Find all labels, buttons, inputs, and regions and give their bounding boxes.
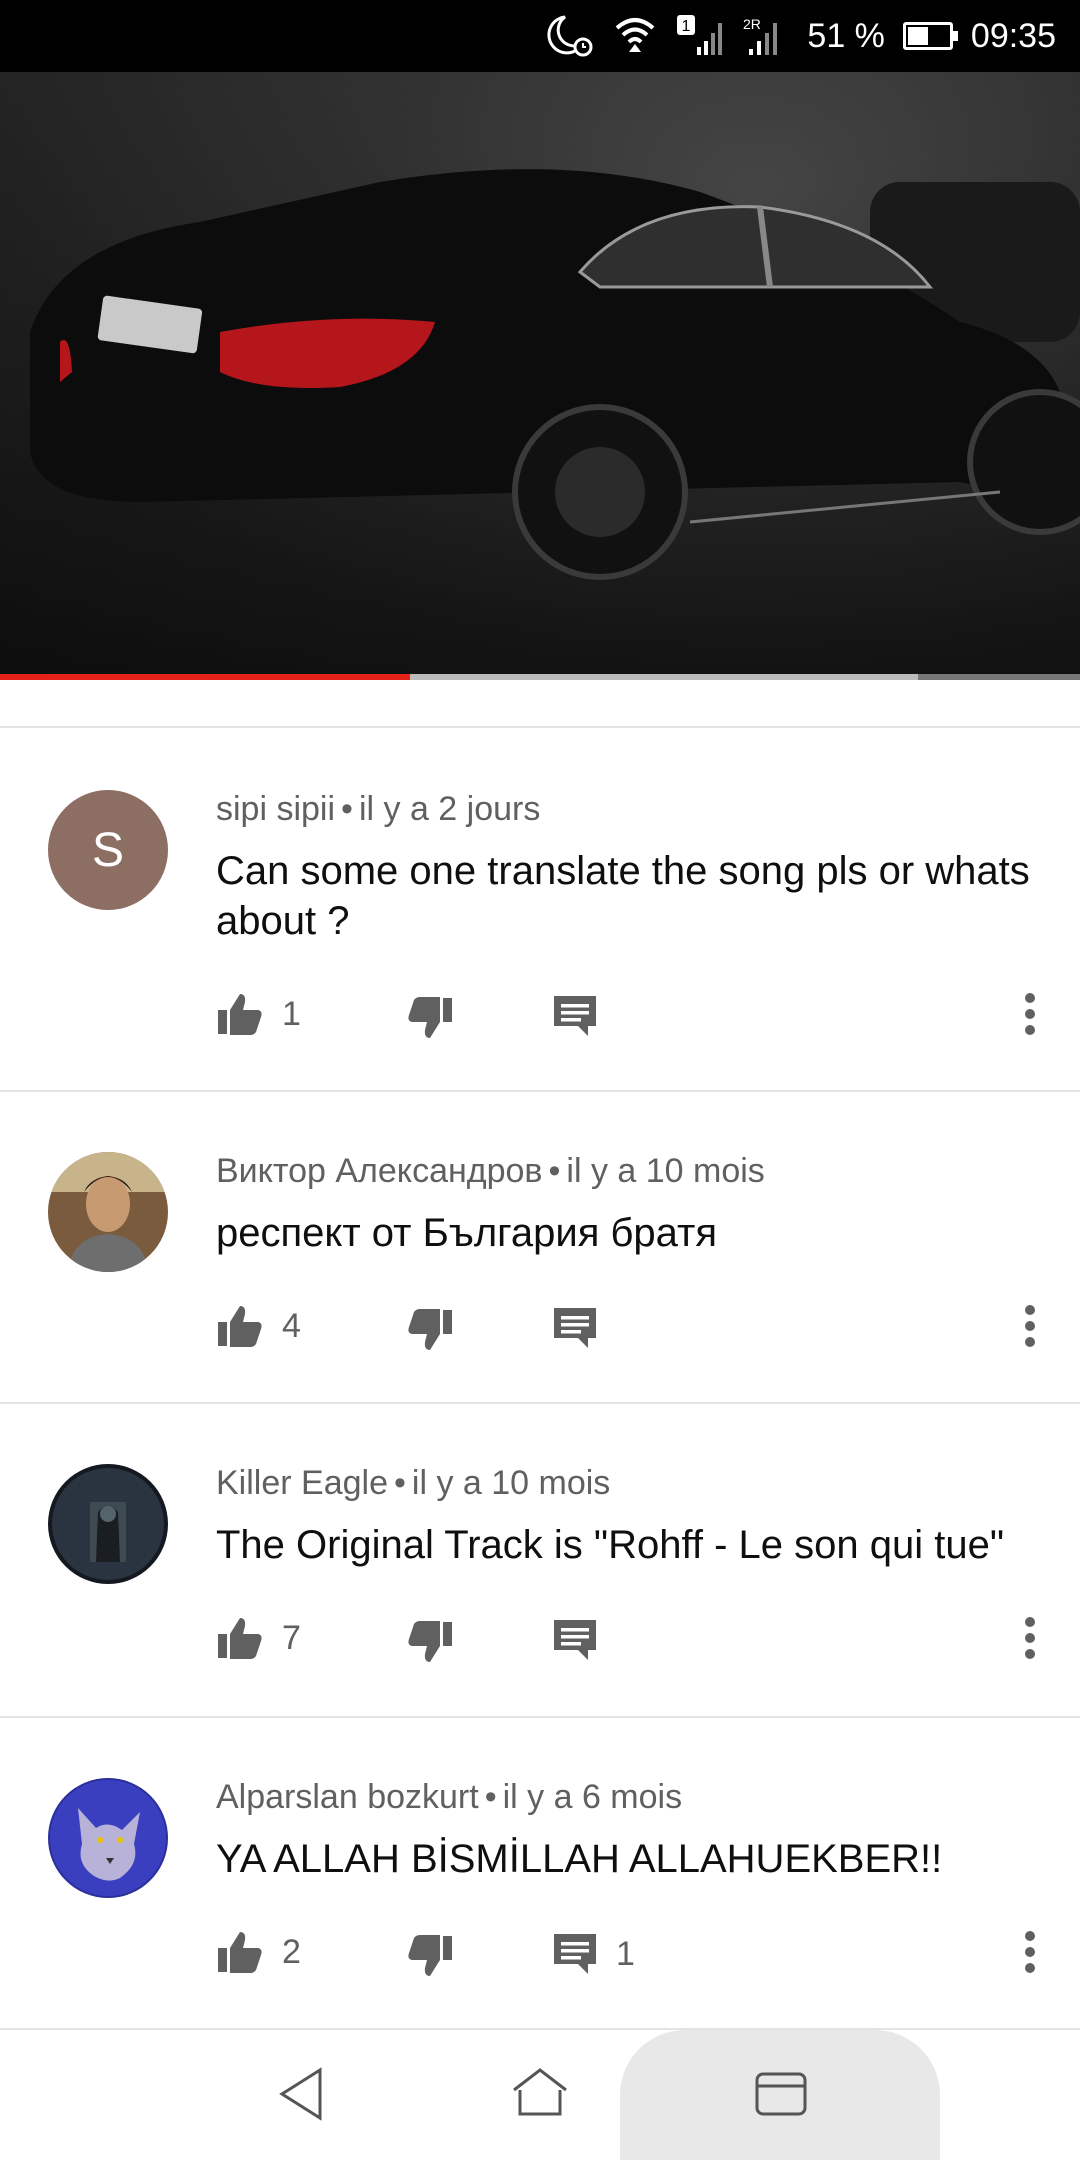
more-vert-icon: [1025, 1931, 1035, 1973]
system-navigation-bar: [0, 2030, 1080, 2160]
video-player[interactable]: [0, 72, 1080, 680]
video-progress-bar[interactable]: [0, 674, 1080, 680]
comment: Виктор Александров • il y a 10 mois респек…: [0, 1092, 1080, 1402]
signal-sim1-icon: 1: [675, 13, 723, 59]
comment-time: il y a 2 jours: [358, 790, 541, 828]
like-count: 2: [282, 1932, 301, 1971]
progress-played: [0, 674, 411, 680]
like-button[interactable]: 2: [216, 1930, 301, 1974]
reply-button[interactable]: [552, 994, 616, 1038]
reply-button[interactable]: [552, 1306, 616, 1350]
comment-author[interactable]: Killer Eagle: [216, 1464, 388, 1502]
comment: S sipi sipii • il y a 2 jours Can some one…: [0, 730, 1080, 1090]
thumbs-up-icon: [218, 1932, 262, 1973]
home-icon: [513, 2068, 567, 2116]
avatar-photo-icon: [48, 1464, 168, 1584]
avatar-photo-icon: [48, 1152, 168, 1272]
signal-sim2-icon: 2R: [741, 13, 789, 59]
comment-meta: Killer Eagle • il y a 10 mois: [216, 1464, 610, 1503]
more-vert-icon: [1025, 1305, 1035, 1347]
separator: •: [548, 1152, 561, 1190]
back-icon: [279, 2067, 322, 2121]
sim2-label: 2R: [743, 16, 761, 32]
thumbs-down-icon: [408, 997, 452, 1038]
dislike-button[interactable]: [406, 1308, 454, 1352]
more-vert-icon: [1025, 1617, 1035, 1659]
battery-icon: [902, 22, 958, 50]
thumbs-down-icon: [408, 1935, 452, 1976]
comment-actions: 7: [216, 1616, 1080, 1676]
thumbs-down-icon: [408, 1309, 452, 1350]
comment-author[interactable]: Alparslan bozkurt: [216, 1778, 479, 1816]
comment: Alparslan bozkurt • il y a 6 mois YA ALLAH…: [0, 1718, 1080, 2028]
thumbs-up-icon: [218, 1306, 262, 1347]
sim1-label: 1: [682, 18, 691, 35]
dislike-button[interactable]: [406, 1934, 454, 1978]
recents-button[interactable]: [754, 2066, 808, 2127]
more-options-button[interactable]: [1024, 1616, 1036, 1660]
avatar[interactable]: [48, 1152, 168, 1272]
thumbs-up-icon: [218, 1618, 262, 1659]
status-bar: 1 2R 51 % 09:35: [0, 0, 1080, 72]
recents-icon: [755, 2072, 807, 2116]
comment-author[interactable]: Виктор Александров: [216, 1152, 542, 1190]
comment-reply-icon: [554, 1620, 596, 1660]
like-count: 7: [282, 1618, 301, 1657]
avatar[interactable]: S: [48, 790, 168, 910]
comment-reply-icon: [554, 1308, 596, 1348]
comment-time: il y a 10 mois: [566, 1152, 765, 1190]
comment-text: The Original Track is "Rohff - Le son qu…: [216, 1523, 1005, 1567]
back-button[interactable]: [276, 2066, 326, 2127]
comment-author[interactable]: sipi sipii: [216, 790, 335, 828]
dislike-button[interactable]: [406, 1620, 454, 1664]
video-frame-car: [0, 72, 1080, 680]
comment-text: респект от България братя: [216, 1211, 717, 1255]
separator: •: [484, 1778, 497, 1816]
comment-meta: Alparslan bozkurt • il y a 6 mois: [216, 1778, 682, 1817]
comment-reply-icon: [554, 996, 596, 1036]
comment-reply-icon: [554, 1934, 596, 1974]
comment-text: YA ALLAH BİSMİLLAH ALLAHUEKBER!!: [216, 1837, 943, 1881]
comment-text: Can some one translate the song pls or w…: [216, 849, 1030, 943]
comment-meta: Виктор Александров • il y a 10 mois: [216, 1152, 765, 1191]
like-count: 4: [282, 1306, 301, 1345]
like-button[interactable]: 1: [216, 992, 301, 1036]
like-button[interactable]: 7: [216, 1616, 301, 1660]
separator: •: [393, 1464, 406, 1502]
divider: [0, 726, 1080, 728]
reply-button[interactable]: [552, 1618, 616, 1662]
battery-percent: 51 %: [807, 16, 885, 55]
avatar[interactable]: [48, 1778, 168, 1898]
reply-count: 1: [616, 1934, 635, 1973]
like-button[interactable]: 4: [216, 1304, 301, 1348]
wifi-icon: [613, 14, 657, 58]
comment-actions: 1: [216, 992, 1080, 1052]
comment-time: il y a 10 mois: [411, 1464, 611, 1502]
dislike-button[interactable]: [406, 996, 454, 1040]
comment: Killer Eagle • il y a 10 mois The Original…: [0, 1404, 1080, 1714]
avatar-letter: S: [91, 823, 124, 877]
comment-time: il y a 6 mois: [502, 1778, 683, 1816]
more-options-button[interactable]: [1024, 1304, 1036, 1348]
comment-meta: sipi sipii • il y a 2 jours: [216, 790, 540, 829]
reply-button[interactable]: 1: [552, 1932, 635, 1976]
more-options-button[interactable]: [1024, 992, 1036, 1036]
separator: •: [341, 790, 353, 828]
more-vert-icon: [1025, 993, 1035, 1035]
comment-actions: 2 1: [216, 1930, 1080, 1990]
avatar[interactable]: [48, 1464, 168, 1584]
more-options-button[interactable]: [1024, 1930, 1036, 1974]
avatar-wolf-icon: [48, 1778, 168, 1898]
moon-alarm-icon: [543, 13, 595, 59]
thumbs-down-icon: [408, 1621, 452, 1662]
like-count: 1: [282, 994, 301, 1033]
clock: 09:35: [970, 16, 1056, 55]
home-button[interactable]: [510, 2066, 570, 2127]
thumbs-up-icon: [218, 994, 262, 1035]
comment-actions: 4: [216, 1304, 1080, 1364]
